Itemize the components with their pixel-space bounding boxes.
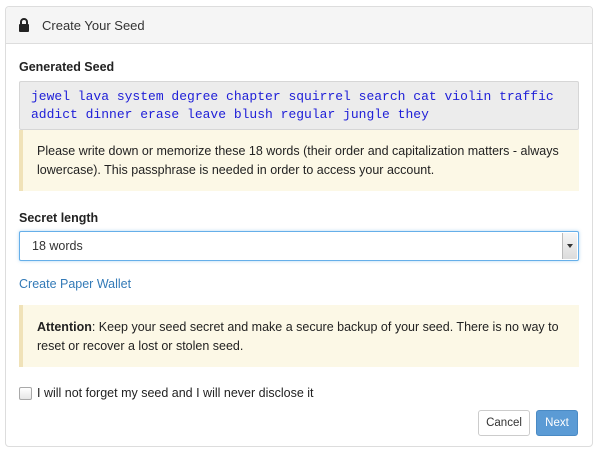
attention-text: : Keep your seed secret and make a secur… [37,320,559,353]
confirm-row: I will not forget my seed and I will nev… [19,386,579,400]
generated-seed-label: Generated Seed [19,60,115,74]
cancel-button[interactable]: Cancel [478,410,530,436]
create-seed-dialog: Create Your Seed Generated Seed jewel la… [5,6,593,447]
secret-length-select[interactable]: 18 words [19,231,579,261]
secret-length-label: Secret length [19,211,99,225]
dialog-buttons: Cancel Next [478,410,578,436]
dialog-body: Generated Seed jewel lava system degree … [6,60,592,400]
seed-notice: Please write down or memorize these 18 w… [19,130,579,191]
generated-seed-phrase: jewel lava system degree chapter squirre… [19,81,579,130]
create-paper-wallet-link[interactable]: Create Paper Wallet [19,277,131,291]
secret-length-value: 18 words [32,239,83,253]
chevron-down-icon [567,244,573,248]
attention-label: Attention [37,320,92,334]
select-arrow-button[interactable] [562,233,577,259]
confirm-checkbox[interactable] [19,386,32,400]
dialog-header: Create Your Seed [6,7,592,44]
next-button[interactable]: Next [536,410,578,436]
lock-icon [18,18,30,32]
attention-notice: Attention: Keep your seed secret and mak… [19,305,579,367]
confirm-label[interactable]: I will not forget my seed and I will nev… [37,386,314,400]
dialog-title: Create Your Seed [42,17,145,33]
